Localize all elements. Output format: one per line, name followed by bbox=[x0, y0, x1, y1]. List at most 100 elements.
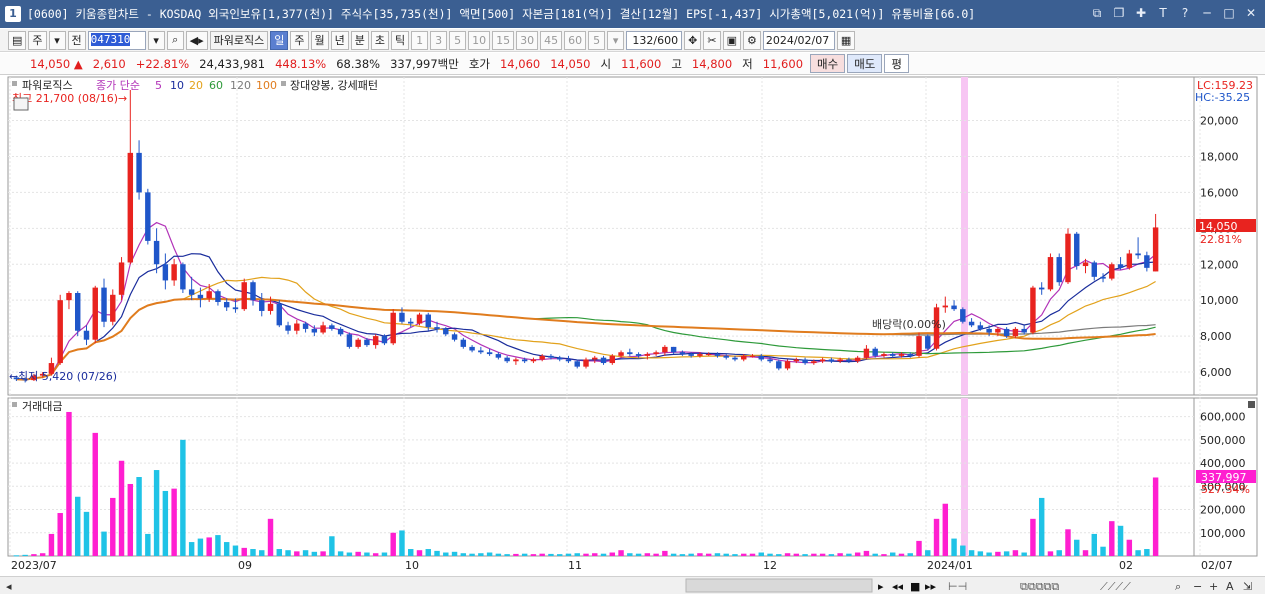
layout-icon[interactable]: ▤ bbox=[8, 30, 27, 50]
candle-body bbox=[215, 291, 221, 302]
line-tools-icon[interactable]: ⟋⟋⟋⟋ bbox=[1100, 580, 1131, 593]
candle-body bbox=[1135, 253, 1141, 256]
market-select[interactable]: 주 bbox=[28, 30, 47, 50]
volume-tick-label: 200,000 bbox=[1200, 504, 1246, 517]
buy-button[interactable]: 매수 bbox=[810, 54, 846, 73]
period-day[interactable]: 일 bbox=[270, 30, 289, 50]
volume-bar bbox=[302, 550, 309, 556]
interval-1[interactable]: 1 bbox=[411, 30, 429, 50]
volume-bar bbox=[197, 538, 204, 556]
volume-bar bbox=[942, 503, 949, 556]
help-icon[interactable]: ? bbox=[1177, 5, 1193, 21]
volume-bar bbox=[644, 553, 651, 556]
expand-icon[interactable]: ⇲ bbox=[1243, 580, 1252, 593]
candle-body bbox=[898, 354, 905, 356]
cut-icon[interactable]: ✂ bbox=[703, 30, 721, 50]
legend-ma-10: 10 bbox=[170, 79, 184, 92]
volume-bar bbox=[854, 552, 861, 556]
candle-body bbox=[1126, 253, 1133, 268]
code-dropdown-icon[interactable]: ▾ bbox=[147, 30, 165, 50]
play-icon[interactable]: ▸ bbox=[878, 580, 884, 593]
candle-body bbox=[960, 309, 966, 322]
candle-body bbox=[609, 355, 616, 364]
period-month[interactable]: 월 bbox=[310, 30, 329, 50]
candle-body bbox=[1109, 264, 1115, 279]
calendar-icon[interactable]: ▦ bbox=[836, 30, 856, 50]
period-second[interactable]: 초 bbox=[370, 30, 389, 50]
prev-button[interactable]: 전 bbox=[67, 30, 86, 50]
crosshair-icon[interactable]: ✥ bbox=[684, 30, 702, 50]
interval-5[interactable]: 5 bbox=[449, 30, 467, 50]
font-size-icon[interactable]: A bbox=[1226, 580, 1234, 593]
volume-bar bbox=[408, 549, 414, 556]
volume-bar bbox=[495, 553, 502, 556]
low-price: 11,600 bbox=[762, 56, 804, 71]
interval-15[interactable]: 15 bbox=[492, 30, 515, 50]
stock-code-input[interactable]: 047310 bbox=[87, 30, 146, 50]
volume-bar bbox=[776, 554, 782, 556]
candle-body bbox=[495, 354, 502, 358]
volume-bar bbox=[811, 553, 817, 556]
candle-body bbox=[802, 359, 808, 364]
gear-icon[interactable]: ⚙ bbox=[742, 30, 761, 50]
trade-amount: 337,997백만 bbox=[390, 56, 459, 71]
search-icon[interactable]: ⌕ bbox=[166, 30, 184, 50]
fast-forward-icon[interactable]: ▸▸ bbox=[925, 580, 937, 593]
up-arrow-icon: ▲ bbox=[73, 56, 83, 71]
volume-bar bbox=[276, 549, 282, 556]
candle-body bbox=[302, 323, 309, 329]
chart-area[interactable]: 20,00018,00016,00014,00012,00010,0008,00… bbox=[0, 76, 1265, 576]
zoom-in-icon[interactable]: + bbox=[1209, 580, 1218, 593]
data-count-input[interactable]: 132/600 bbox=[626, 30, 683, 50]
link-icon[interactable]: ⧉ bbox=[1089, 5, 1105, 21]
interval-45[interactable]: 45 bbox=[540, 30, 563, 50]
magnifier-icon[interactable]: ⌕ bbox=[1175, 580, 1181, 593]
average-button[interactable]: 평 bbox=[884, 54, 909, 73]
zoom-slider-icon[interactable]: ⊢⊣ bbox=[948, 580, 967, 593]
interval-dropdown-icon[interactable]: ▾ bbox=[607, 30, 625, 50]
volume-bar bbox=[609, 552, 616, 556]
sell-button[interactable]: 매도 bbox=[847, 54, 883, 73]
interval-60[interactable]: 60 bbox=[564, 30, 587, 50]
volume-current-pct: 527.34% bbox=[1201, 483, 1250, 496]
stock-name-button[interactable]: 파워로직스 bbox=[209, 30, 269, 50]
candle-body bbox=[907, 354, 913, 356]
volume-bar bbox=[556, 554, 563, 556]
volume-bar bbox=[57, 513, 63, 556]
volume-bar bbox=[890, 552, 896, 556]
date-input[interactable]: 2024/02/07 bbox=[762, 30, 835, 50]
horizontal-scrollbar[interactable]: ◂ ▸ ◂◂ ■ ▸▸ ⊢⊣ ⧉⧉⧉⧉⧉ ⟋⟋⟋⟋ ⌕ − + A ⇲ bbox=[0, 576, 1265, 594]
period-year[interactable]: 년 bbox=[330, 30, 349, 50]
maximize-icon[interactable]: □ bbox=[1221, 5, 1237, 21]
interval-3[interactable]: 3 bbox=[430, 30, 448, 50]
interval-10[interactable]: 10 bbox=[468, 30, 491, 50]
close-icon[interactable]: ✕ bbox=[1243, 5, 1259, 21]
calendar-small-icon[interactable] bbox=[13, 97, 29, 111]
candle-body bbox=[670, 346, 677, 353]
candle-body bbox=[92, 287, 98, 340]
copy-icon[interactable]: ❐ bbox=[1111, 5, 1127, 21]
window-number[interactable]: 1 bbox=[5, 6, 21, 22]
market-dropdown-icon[interactable]: ▾ bbox=[48, 30, 66, 50]
save-icon[interactable]: ▣ bbox=[722, 30, 741, 50]
rewind-icon[interactable]: ◂◂ bbox=[892, 580, 904, 593]
x-axis-labels: 2023/07 09 10 11 12 2024/01 02 02/07 bbox=[11, 559, 1233, 572]
candle-body bbox=[749, 355, 756, 357]
interval-select[interactable]: 5 bbox=[588, 30, 606, 50]
speaker-icon[interactable]: ◀▸ bbox=[185, 30, 208, 50]
scroll-thumb[interactable] bbox=[685, 578, 873, 593]
minimize-icon[interactable]: ─ bbox=[1199, 5, 1215, 21]
period-minute[interactable]: 분 bbox=[350, 30, 369, 50]
font-icon[interactable]: T bbox=[1155, 5, 1171, 21]
drawing-tools-icon[interactable]: ⧉⧉⧉⧉⧉ bbox=[1020, 580, 1059, 593]
stop-icon[interactable]: ■ bbox=[910, 580, 920, 593]
candle-body bbox=[66, 292, 72, 301]
candle-body bbox=[469, 346, 475, 351]
panel-close-icon[interactable] bbox=[1248, 401, 1255, 408]
zoom-out-icon[interactable]: − bbox=[1193, 580, 1202, 593]
period-tick[interactable]: 틱 bbox=[391, 30, 410, 50]
scroll-left-icon[interactable]: ◂ bbox=[6, 580, 12, 593]
pin-icon[interactable]: ✚ bbox=[1133, 5, 1149, 21]
interval-30[interactable]: 30 bbox=[516, 30, 539, 50]
period-week[interactable]: 주 bbox=[290, 30, 309, 50]
